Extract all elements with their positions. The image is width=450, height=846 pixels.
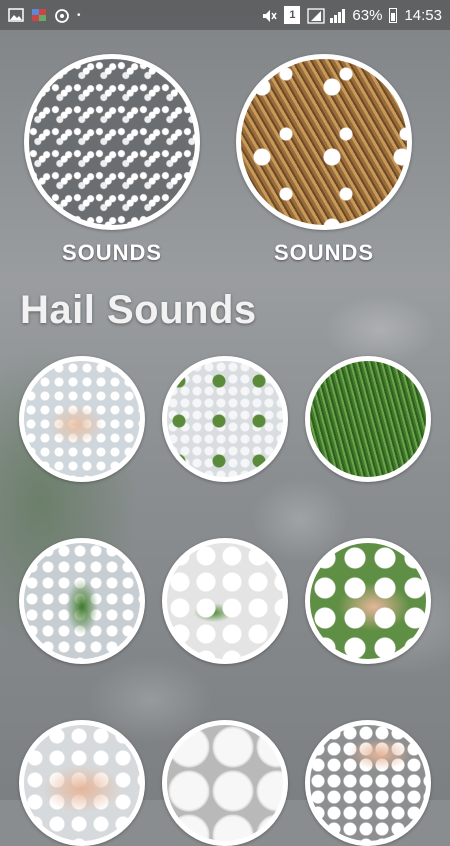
hail-sound-item-2[interactable]: [162, 356, 288, 482]
sounds-thumbnail-2[interactable]: [236, 54, 412, 230]
battery-percent: 63%: [352, 6, 383, 24]
status-bar: • 1 63% 14:53: [0, 0, 450, 30]
hail-sound-item-9[interactable]: [305, 720, 431, 846]
sounds-label-2[interactable]: SOUNDS: [236, 240, 412, 266]
sim-badge: 1: [284, 6, 301, 24]
app-icon: [31, 8, 47, 22]
hail-sound-item-5[interactable]: [162, 538, 288, 664]
hail-sound-item-1[interactable]: [19, 356, 145, 482]
battery-icon: [389, 7, 398, 23]
hail-sound-item-3[interactable]: [305, 356, 431, 482]
gallery-icon: [8, 8, 24, 22]
hail-sound-item-4[interactable]: [19, 538, 145, 664]
mute-icon: [261, 8, 278, 22]
clock: 14:53: [404, 6, 442, 24]
sounds-thumbnail-1[interactable]: [24, 54, 200, 230]
sounds-label-1[interactable]: SOUNDS: [24, 240, 200, 266]
page-title: Hail Sounds: [20, 288, 257, 332]
hail-sound-item-6[interactable]: [305, 538, 431, 664]
notification-dot-icon: •: [77, 9, 81, 21]
hail-sound-item-7[interactable]: [19, 720, 145, 846]
data-signal-icon: [307, 8, 326, 24]
power-icon: [54, 8, 70, 23]
hail-sound-item-8[interactable]: [162, 720, 288, 846]
signal-bars-icon: [330, 7, 346, 23]
